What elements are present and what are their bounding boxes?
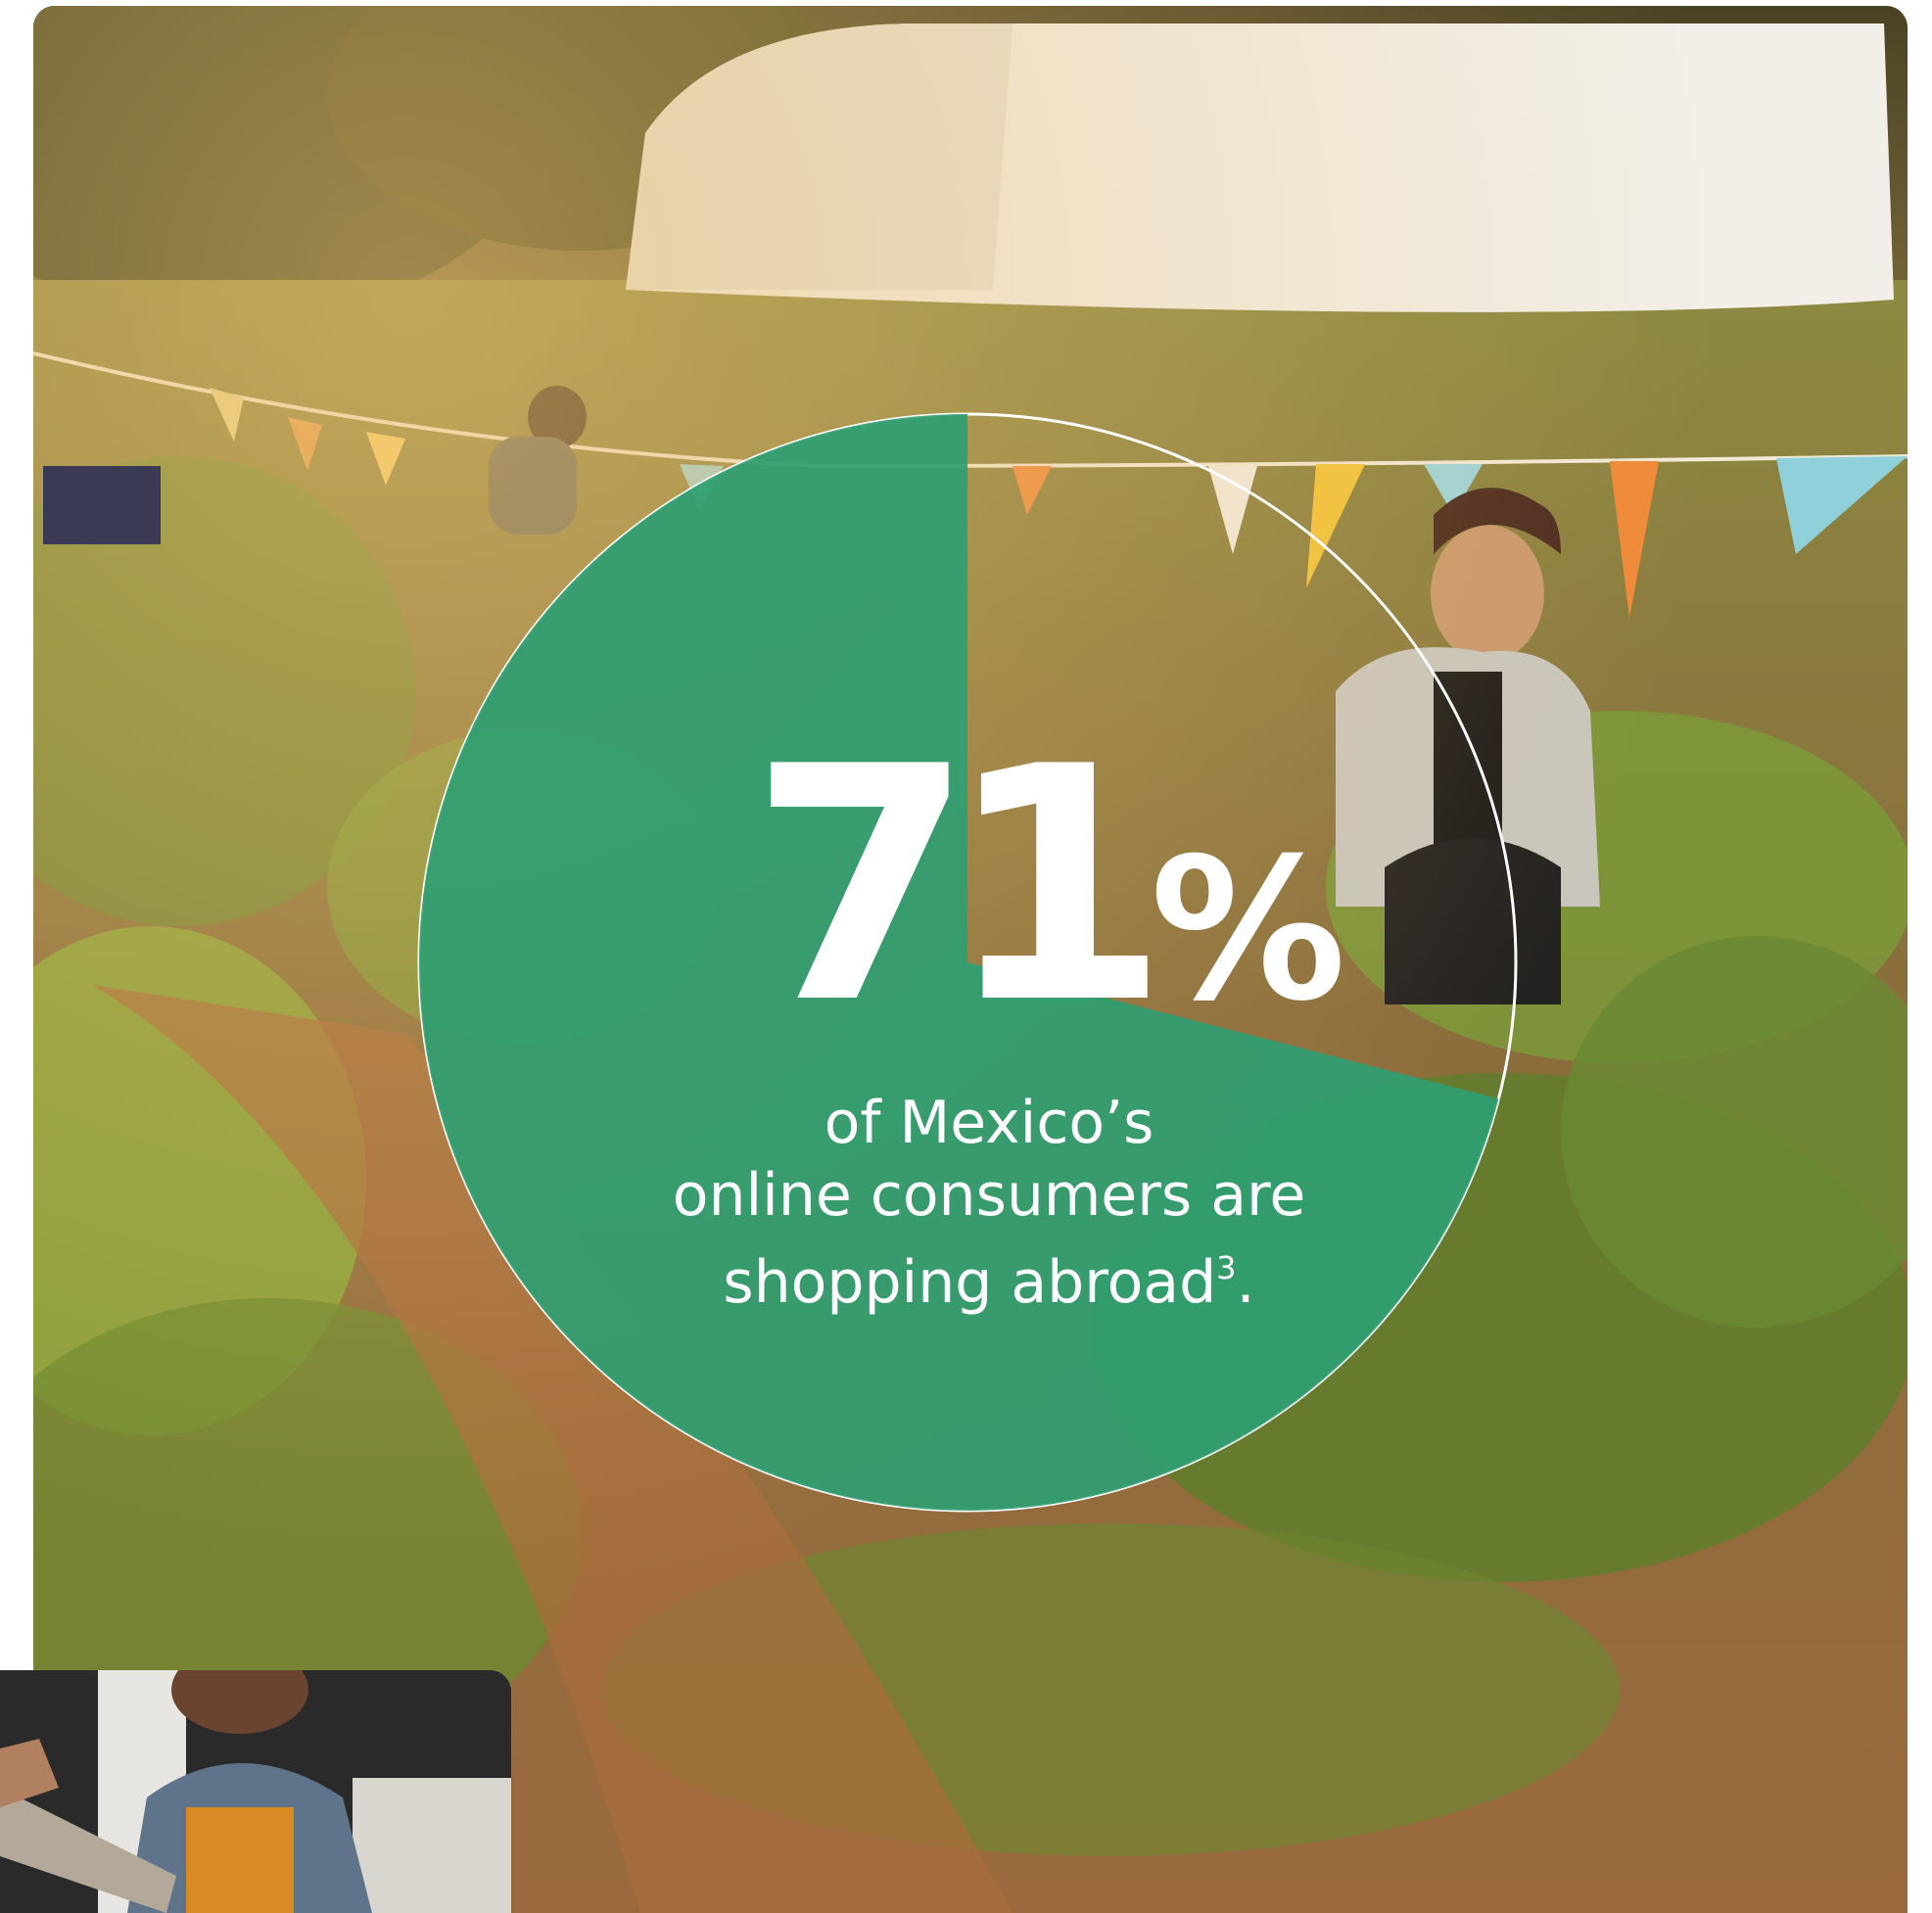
caption-line-3-text: shopping abroad — [723, 1248, 1217, 1317]
caption-line-2: online consumers are — [672, 1161, 1306, 1230]
caption-period: . — [1236, 1248, 1255, 1317]
stat-caption: of Mexico’s online consumers are shoppin… — [588, 1087, 1390, 1319]
footnote-marker: 3 — [1216, 1249, 1237, 1286]
caption-line-3: shopping abroad3. — [588, 1232, 1390, 1319]
inset-photo-illustration — [0, 1670, 511, 1913]
stat-number: 71 — [749, 698, 1169, 1074]
stat-value: 71% — [725, 724, 1371, 1048]
person-with-parcel-photo — [0, 1670, 511, 1913]
caption-line-1: of Mexico’s — [824, 1089, 1154, 1157]
infographic-page: 71% of Mexico’s online consumers are sho… — [0, 0, 1932, 1913]
stat-unit: % — [1150, 817, 1346, 1045]
